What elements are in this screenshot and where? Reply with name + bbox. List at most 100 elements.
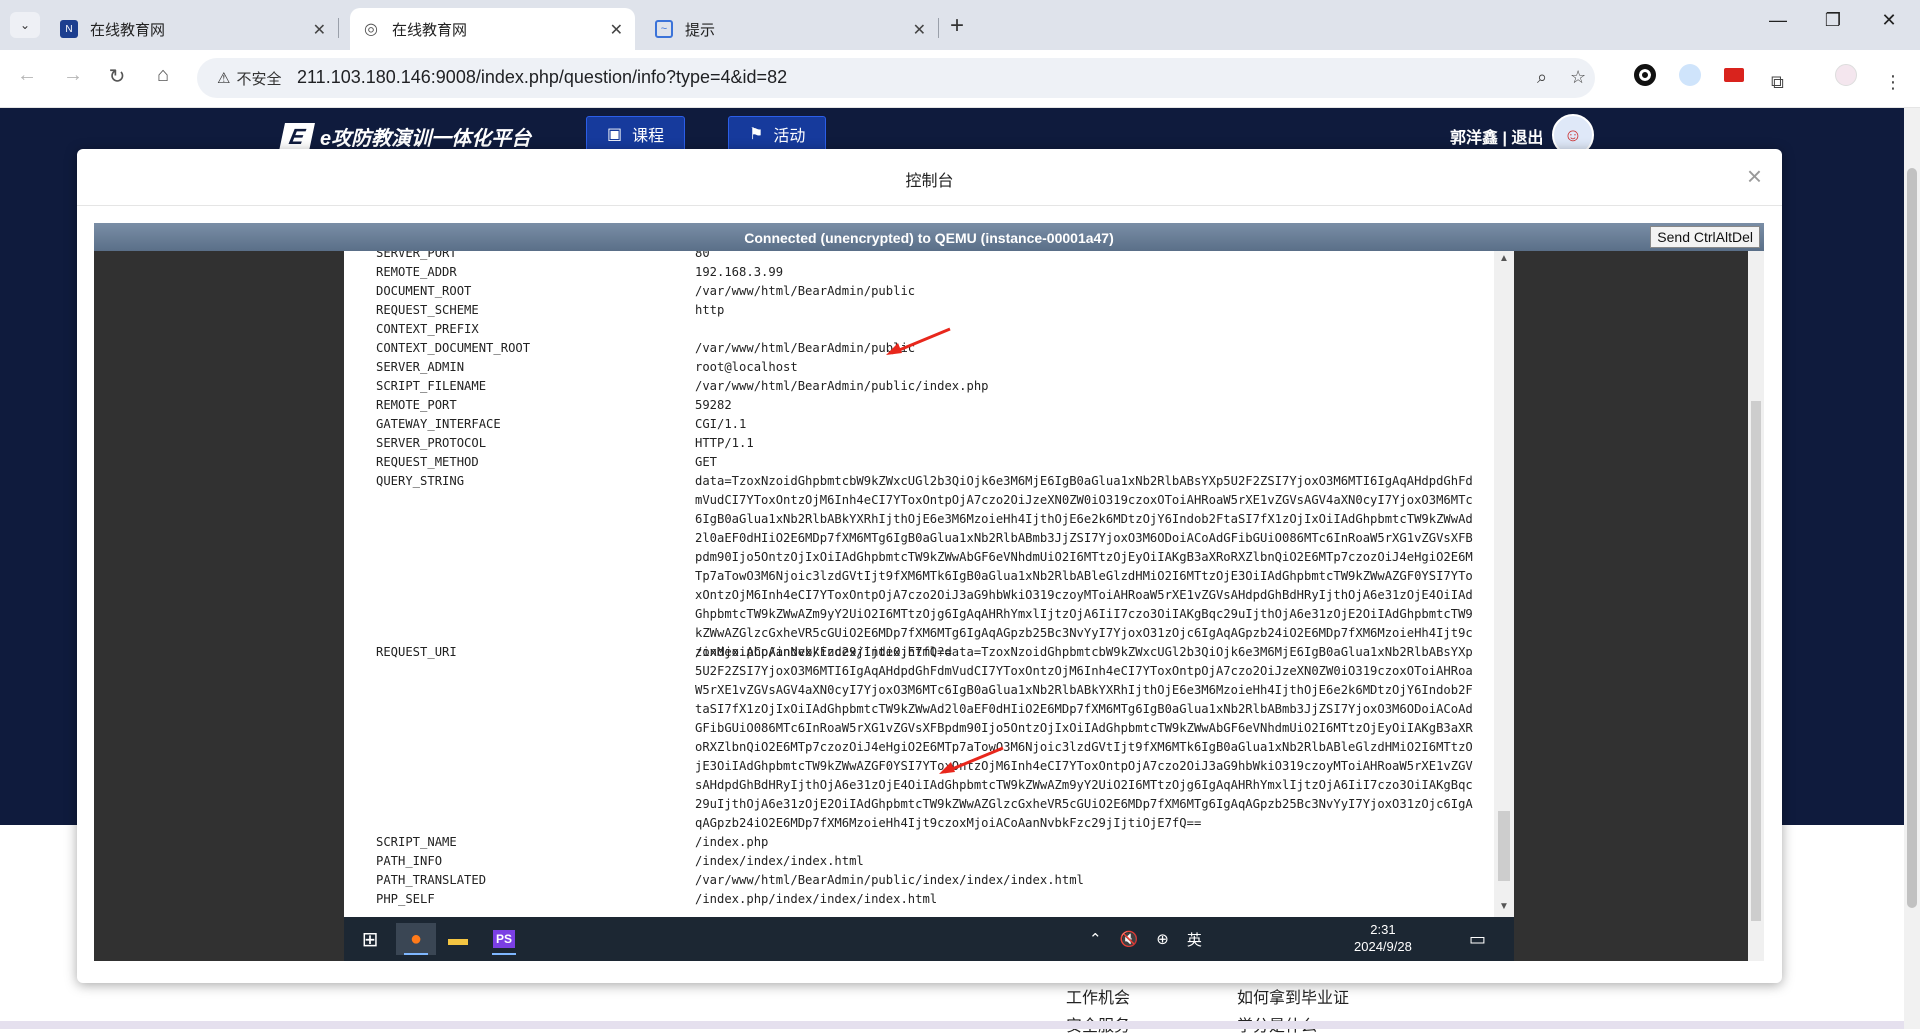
tab-title: 在线教育网	[90, 21, 166, 39]
bookmark-star-icon[interactable]: ☆	[1570, 67, 1586, 88]
notification-icon[interactable]: ▭	[1469, 917, 1486, 961]
server-var-row: SCRIPT_FILENAME/var/www/html/BearAdmin/p…	[344, 377, 1494, 396]
site-logo[interactable]: E e攻防教演训一体化平台	[279, 122, 531, 151]
flag-extension-icon[interactable]	[1724, 68, 1744, 82]
nav-activities-label: 活动	[773, 128, 806, 145]
taskbar-clock[interactable]: 2:31 2024/9/28	[1354, 921, 1412, 955]
volume-muted-icon[interactable]: 🔇	[1120, 930, 1139, 948]
nav-courses[interactable]: ▣ 课程	[586, 116, 686, 152]
profile-avatar[interactable]	[1835, 64, 1857, 86]
server-var-key: SCRIPT_FILENAME	[376, 379, 487, 393]
server-var-row: DOCUMENT_ROOT/var/www/html/BearAdmin/pub…	[344, 282, 1494, 301]
server-var-row: REQUEST_SCHEME http	[344, 301, 1494, 320]
close-tab-icon[interactable]: ✕	[313, 20, 326, 40]
windows-start-icon[interactable]: ⊞	[354, 923, 386, 955]
back-button[interactable]: ←	[12, 64, 42, 87]
extension-icon-2[interactable]	[1679, 64, 1701, 86]
clock-time: 2:31	[1370, 922, 1396, 937]
tab-title: 提示	[685, 21, 716, 39]
logout-link[interactable]: 退出	[1511, 130, 1543, 147]
server-var-row: GATEWAY_INTERFACE CGI/1.1	[344, 415, 1494, 434]
server-var-value: HTTP/1.1	[695, 436, 754, 450]
modal-close-icon[interactable]: ×	[1747, 161, 1762, 192]
modal-title: 控制台	[905, 173, 954, 190]
close-window-button[interactable]: ✕	[1864, 10, 1914, 31]
new-tab-button[interactable]: +	[950, 12, 964, 40]
footer-link-jobs[interactable]: 工作机会	[1066, 984, 1130, 1008]
vnc-status-bar: Connected (unencrypted) to QEMU (instanc…	[94, 223, 1764, 251]
server-var-key: SERVER_ADMIN	[376, 360, 465, 374]
firefox-icon[interactable]: ●	[396, 923, 436, 955]
vnc-scrollbar-thumb[interactable]	[1751, 401, 1761, 921]
site-logo-icon: N	[60, 20, 78, 38]
nav-activities[interactable]: ⚑ 活动	[728, 116, 827, 152]
vm-scrollbar-thumb[interactable]	[1498, 811, 1510, 881]
server-var-value: 192.168.3.99	[695, 265, 784, 279]
scroll-up-icon[interactable]: ▲	[1499, 253, 1509, 264]
send-ctrl-alt-del-button[interactable]: Send CtrlAltDel	[1650, 226, 1760, 248]
network-globe-icon[interactable]: ⊕	[1156, 930, 1169, 948]
extension-icon-1[interactable]	[1634, 64, 1656, 86]
server-var-value: /index/index/index.html	[695, 854, 864, 868]
windows-taskbar: ⊞ ● ▬ PS ⌃ 🔇 ⊕ 英 2:31 2024/9/28 ▭	[344, 917, 1514, 961]
security-label: 不安全	[236, 70, 282, 88]
username[interactable]: 郭洋鑫	[1450, 130, 1498, 147]
warning-icon: ⚠	[217, 70, 231, 87]
page-scrollbar-thumb[interactable]	[1907, 168, 1917, 908]
browser-tab-3[interactable]: ~ 提示 ✕	[643, 8, 939, 50]
minimize-button[interactable]: —	[1753, 10, 1803, 31]
globe-icon: ◎	[364, 21, 378, 38]
server-var-row: SERVER_PORT 80	[344, 251, 1494, 263]
system-tray: ⌃ 🔇 ⊕ 英	[1089, 917, 1202, 961]
chevron-up-icon[interactable]: ⌃	[1089, 930, 1102, 948]
scroll-down-icon[interactable]: ▼	[1499, 901, 1509, 912]
browser-tab-1[interactable]: N 在线教育网 ✕	[48, 8, 339, 50]
server-var-key: CONTEXT_DOCUMENT_ROOT	[376, 341, 531, 355]
file-explorer-icon[interactable]: ▬	[442, 923, 474, 955]
browser-tab-2[interactable]: ◎ 在线教育网 ✕	[350, 8, 635, 50]
more-menu-icon[interactable]: ⋮	[1884, 72, 1902, 93]
modal-header: 控制台 ×	[77, 149, 1782, 206]
vnc-scrollbar[interactable]	[1748, 251, 1764, 961]
server-var-key: CONTEXT_PREFIX	[376, 322, 479, 336]
address-bar[interactable]: ⚠ 不安全 211.103.180.146:9008/index.php/que…	[197, 58, 1595, 98]
server-var-key: DOCUMENT_ROOT	[376, 284, 472, 298]
close-tab-icon[interactable]: ✕	[913, 20, 926, 40]
server-var-value: 80	[695, 251, 710, 260]
server-var-row: REMOTE_ADDR 192.168.3.99	[344, 263, 1494, 282]
page-scrollbar[interactable]	[1904, 108, 1920, 1029]
phpstorm-icon[interactable]: PS	[488, 923, 520, 955]
footer-link-graduation[interactable]: 如何拿到毕业证	[1237, 984, 1349, 1008]
server-var-row: PATH_TRANSLATED/var/www/html/BearAdmin/p…	[344, 871, 1494, 890]
forward-button[interactable]: →	[58, 64, 88, 87]
server-var-value: CGI/1.1	[695, 417, 747, 431]
server-var-value: /var/www/html/BearAdmin/public	[695, 341, 916, 355]
vnc-viewer[interactable]: Connected (unencrypted) to QEMU (instanc…	[94, 223, 1764, 961]
home-button[interactable]: ⌂	[148, 64, 178, 87]
server-var-value: http	[695, 303, 725, 317]
vm-scrollbar[interactable]: ▲ ▼	[1494, 251, 1514, 917]
restore-button[interactable]: ❐	[1808, 10, 1858, 31]
vnc-status-text: Connected (unencrypted) to QEMU (instanc…	[744, 230, 1114, 246]
tab-search-button[interactable]: ⌄	[10, 12, 40, 38]
url-text[interactable]: 211.103.180.146:9008/index.php/question/…	[297, 67, 787, 88]
server-var-key: PHP_SELF	[376, 892, 435, 906]
server-var-row: SERVER_PROTOCOL HTTP/1.1	[344, 434, 1494, 453]
server-var-row: REMOTE_PORT 59282	[344, 396, 1494, 415]
input-language[interactable]: 英	[1187, 929, 1202, 950]
server-var-value: /index.php/index/index/index.html	[695, 892, 938, 906]
server-var-key: REQUEST_METHOD	[376, 455, 479, 469]
close-tab-icon[interactable]: ✕	[610, 20, 623, 40]
server-var-key: SERVER_PORT	[376, 251, 457, 260]
extensions-puzzle-icon[interactable]: ⧉	[1771, 72, 1784, 93]
security-indicator[interactable]: ⚠ 不安全	[207, 65, 291, 91]
server-var-value: root@localhost	[695, 360, 798, 374]
server-var-row: SCRIPT_NAME/index.php	[344, 833, 1494, 852]
flag-icon: ⚑	[749, 126, 764, 143]
vm-screen[interactable]: SERVER_PORT 80 REMOTE_ADDR 192.168.3.99 DOCU…	[344, 251, 1514, 961]
zoom-icon[interactable]: ⌕	[1537, 67, 1547, 88]
chart-icon: ~	[655, 20, 673, 38]
server-var-key: SCRIPT_NAME	[376, 835, 457, 849]
console-modal: 控制台 × Connected (unencrypted) to QEMU (i…	[77, 149, 1782, 983]
reload-button[interactable]: ↻	[102, 64, 132, 89]
